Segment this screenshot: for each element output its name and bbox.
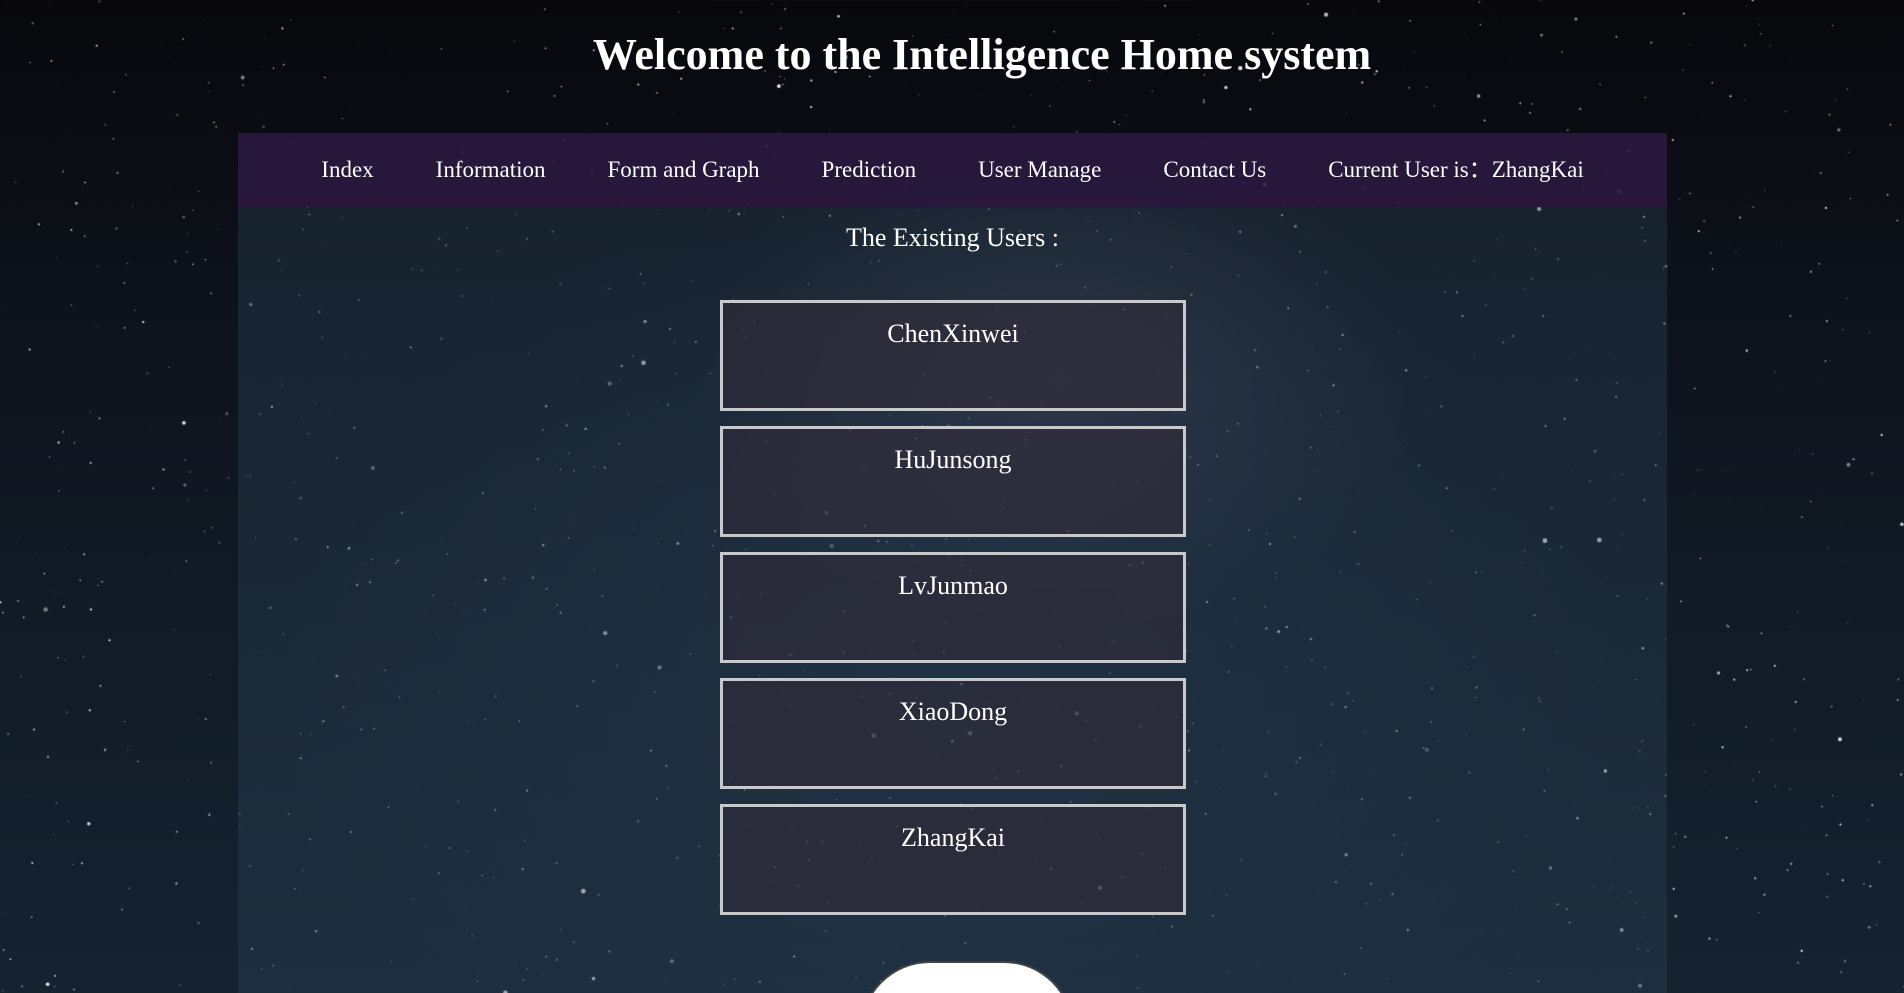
nav-item-user-manage[interactable]: User Manage [947,133,1132,207]
page-title: Welcome to the Intelligence Home system [592,30,1372,79]
nav-item-prediction[interactable]: Prediction [791,133,948,207]
user-list: ChenXinwei HuJunsong LvJunmao XiaoDong Z… [720,300,1186,930]
user-card-lvjunmao[interactable]: LvJunmao [720,552,1186,663]
nav-item-contact-us[interactable]: Contact Us [1132,133,1297,207]
user-card-xiaodong[interactable]: XiaoDong [720,678,1186,789]
nav-item-form-and-graph[interactable]: Form and Graph [577,133,791,207]
user-card-hujunsong[interactable]: HuJunsong [720,426,1186,537]
user-card-zhangkai[interactable]: ZhangKai [720,804,1186,915]
nav-item-information[interactable]: Information [405,133,577,207]
current-user-label: Current User is：ZhangKai [1328,157,1584,182]
existing-users-heading: The Existing Users : [845,223,1060,252]
user-card-chenxinwei[interactable]: ChenXinwei [720,300,1186,411]
nav-item-index[interactable]: Index [290,133,404,207]
top-navbar: Index Information Form and Graph Predict… [238,133,1667,207]
